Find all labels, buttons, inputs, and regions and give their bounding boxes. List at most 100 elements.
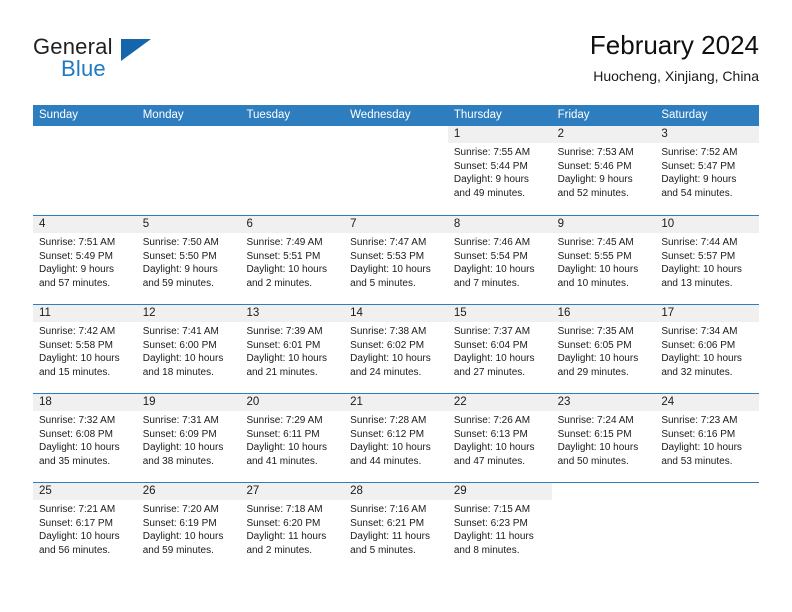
day-cell[interactable]: 4 Sunrise: 7:51 AM Sunset: 5:49 PM Daylight… (33, 216, 137, 304)
daylight-text-line2: and 44 minutes. (350, 455, 422, 467)
sunset-text: Sunset: 5:58 PM (39, 339, 113, 351)
day-number: 18 (33, 394, 137, 411)
daylight-text-line2: and 38 minutes. (142, 455, 214, 467)
sunset-text: Sunset: 6:08 PM (39, 428, 113, 440)
day-cell[interactable]: 22 Sunrise: 7:26 AM Sunset: 6:13 PM Dayligh… (447, 394, 552, 482)
day-cell[interactable]: 10 Sunrise: 7:44 AM Sunset: 5:57 PM Dayligh… (655, 216, 760, 304)
sunrise-text: Sunrise: 7:55 AM (453, 147, 531, 158)
day-cell[interactable]: 18 Sunrise: 7:32 AM Sunset: 6:08 PM Dayligh… (33, 394, 137, 482)
weekday-header-row: Sunday Monday Tuesday Wednesday Thursday Frid… (33, 105, 759, 126)
sunset-text: Sunset: 5:53 PM (350, 250, 425, 262)
day-info: Sunrise: 7:50 AM Sunset: 5:50 PM Daylight:… (137, 233, 241, 290)
weekday-header-monday: Monday (142, 109, 184, 121)
sunrise-text: Sunrise: 7:42 AM (39, 326, 116, 337)
sunset-text: Sunset: 6:11 PM (246, 428, 320, 440)
daylight-text-line1: Daylight: 10 hours (39, 353, 120, 365)
day-cell[interactable]: 19 Sunrise: 7:31 AM Sunset: 6:09 PM Dayligh… (136, 394, 241, 482)
daylight-text-line2: and 10 minutes. (557, 277, 629, 289)
daylight-text-line2: and 32 minutes. (661, 366, 733, 378)
day-cell[interactable]: 29 Sunrise: 7:15 AM Sunset: 6:23 PM Dayligh… (447, 483, 552, 571)
daylight-text-line1: Daylight: 10 hours (246, 353, 328, 365)
daylight-text-line2: and 41 minutes. (246, 455, 318, 467)
daylight-text-line1: Daylight: 11 hours (246, 531, 327, 543)
day-number (137, 126, 241, 143)
sunrise-text: Sunrise: 7:47 AM (350, 237, 427, 248)
daylight-text-line1: Daylight: 10 hours (142, 531, 224, 543)
day-cell[interactable]: 20 Sunrise: 7:29 AM Sunset: 6:11 PM Dayligh… (240, 394, 345, 482)
sunset-text: Sunset: 6:01 PM (246, 339, 321, 351)
day-info: Sunrise: 7:26 AM Sunset: 6:13 PM Daylight:… (448, 411, 552, 468)
sunrise-text: Sunrise: 7:49 AM (246, 237, 323, 248)
sunrise-text: Sunrise: 7:31 AM (142, 415, 219, 426)
daylight-text-line2: and 50 minutes. (557, 455, 629, 467)
day-cell[interactable]: 17 Sunrise: 7:34 AM Sunset: 6:06 PM Dayligh… (655, 305, 760, 393)
daylight-text-line2: and 59 minutes. (142, 544, 214, 556)
page-title: February 2024 (589, 30, 759, 60)
day-cell[interactable]: 16 Sunrise: 7:35 AM Sunset: 6:05 PM Dayligh… (551, 305, 656, 393)
day-cell[interactable]: 11 Sunrise: 7:42 AM Sunset: 5:58 PM Dayligh… (33, 305, 137, 393)
daylight-text-line1: Daylight: 10 hours (142, 442, 224, 454)
sunrise-text: Sunrise: 7:29 AM (246, 415, 323, 426)
day-number (344, 126, 448, 143)
calendar-week-row: 25 Sunrise: 7:21 AM Sunset: 6:17 PM Dayligh… (33, 482, 759, 571)
day-cell[interactable]: 8 Sunrise: 7:46 AM Sunset: 5:54 PM Daylight… (447, 216, 552, 304)
sunrise-text: Sunrise: 7:51 AM (39, 237, 116, 248)
day-number: 20 (240, 394, 345, 411)
daylight-text-line2: and 18 minutes. (142, 366, 214, 378)
sunrise-text: Sunrise: 7:34 AM (661, 326, 738, 337)
day-number: 14 (344, 305, 448, 322)
day-info: Sunrise: 7:37 AM Sunset: 6:04 PM Daylight:… (448, 322, 552, 379)
daylight-text-line1: Daylight: 10 hours (453, 442, 535, 454)
day-cell[interactable]: 28 Sunrise: 7:16 AM Sunset: 6:21 PM Dayligh… (344, 483, 448, 571)
daylight-text-line2: and 53 minutes. (661, 455, 733, 467)
day-cell-empty (655, 483, 759, 571)
day-cell[interactable]: 14 Sunrise: 7:38 AM Sunset: 6:02 PM Dayligh… (344, 305, 448, 393)
day-cell[interactable]: 12 Sunrise: 7:41 AM Sunset: 6:00 PM Dayligh… (136, 305, 241, 393)
day-cell[interactable]: 13 Sunrise: 7:39 AM Sunset: 6:01 PM Dayligh… (240, 305, 345, 393)
day-cell-empty (33, 126, 137, 215)
sunset-text: Sunset: 6:00 PM (142, 339, 217, 351)
day-cell[interactable]: 1 Sunrise: 7:55 AM Sunset: 5:44 PM Daylight… (447, 126, 552, 215)
sunset-text: Sunset: 6:09 PM (142, 428, 217, 440)
day-cell[interactable]: 26 Sunrise: 7:20 AM Sunset: 6:19 PM Dayligh… (136, 483, 241, 571)
day-number: 29 (447, 483, 552, 500)
sunrise-text: Sunrise: 7:20 AM (142, 504, 219, 515)
sunrise-text: Sunrise: 7:16 AM (350, 504, 427, 515)
day-cell[interactable]: 15 Sunrise: 7:37 AM Sunset: 6:04 PM Dayligh… (447, 305, 552, 393)
day-info: Sunrise: 7:16 AM Sunset: 6:21 PM Daylight:… (344, 500, 448, 557)
day-cell[interactable]: 9 Sunrise: 7:45 AM Sunset: 5:55 PM Daylight… (551, 216, 656, 304)
day-cell[interactable]: 25 Sunrise: 7:21 AM Sunset: 6:17 PM Dayligh… (33, 483, 137, 571)
day-cell[interactable]: 23 Sunrise: 7:24 AM Sunset: 6:15 PM Dayligh… (551, 394, 656, 482)
sunset-text: Sunset: 6:16 PM (661, 428, 736, 440)
day-info: Sunrise: 7:18 AM Sunset: 6:20 PM Daylight:… (240, 500, 344, 557)
day-info: Sunrise: 7:45 AM Sunset: 5:55 PM Daylight:… (552, 233, 656, 290)
day-cell[interactable]: 3 Sunrise: 7:52 AM Sunset: 5:47 PM Daylight… (655, 126, 760, 215)
daylight-text-line1: Daylight: 10 hours (350, 264, 431, 276)
day-cell[interactable]: 27 Sunrise: 7:18 AM Sunset: 6:20 PM Dayligh… (240, 483, 345, 571)
general-blue-logo[interactable]: General Blue (33, 34, 233, 90)
daylight-text-line2: and 7 minutes. (453, 277, 520, 289)
page-subtitle: Huocheng, Xinjiang, China (593, 68, 759, 84)
day-cell[interactable]: 2 Sunrise: 7:53 AM Sunset: 5:46 PM Daylight… (551, 126, 656, 215)
calendar-week-row: 1 Sunrise: 7:55 AM Sunset: 5:44 PM Daylight… (33, 126, 760, 215)
day-number: 2 (551, 126, 656, 143)
day-number: 28 (344, 483, 448, 500)
sunrise-text: Sunrise: 7:52 AM (661, 147, 738, 158)
sunrise-text: Sunrise: 7:53 AM (557, 147, 634, 158)
daylight-text-line2: and 59 minutes. (142, 277, 214, 289)
day-number: 24 (655, 394, 760, 411)
day-cell[interactable]: 5 Sunrise: 7:50 AM Sunset: 5:50 PM Daylight… (136, 216, 241, 304)
day-number: 13 (240, 305, 345, 322)
day-number (33, 126, 137, 143)
calendar-week-row: 4 Sunrise: 7:51 AM Sunset: 5:49 PM Daylight… (33, 215, 760, 304)
day-info: Sunrise: 7:32 AM Sunset: 6:08 PM Daylight:… (33, 411, 137, 468)
day-number (240, 126, 344, 143)
day-cell[interactable]: 24 Sunrise: 7:23 AM Sunset: 6:16 PM Dayligh… (655, 394, 760, 482)
daylight-text-line1: Daylight: 9 hours (453, 174, 529, 186)
day-number: 6 (240, 216, 345, 233)
day-number: 10 (655, 216, 760, 233)
calendar-grid: Sunday Monday Tuesday Wednesday Thursday Frid… (33, 105, 760, 571)
day-cell[interactable]: 6 Sunrise: 7:49 AM Sunset: 5:51 PM Daylight… (240, 216, 345, 304)
day-cell[interactable]: 7 Sunrise: 7:47 AM Sunset: 5:53 PM Daylight… (344, 216, 448, 304)
day-cell[interactable]: 21 Sunrise: 7:28 AM Sunset: 6:12 PM Dayligh… (344, 394, 448, 482)
